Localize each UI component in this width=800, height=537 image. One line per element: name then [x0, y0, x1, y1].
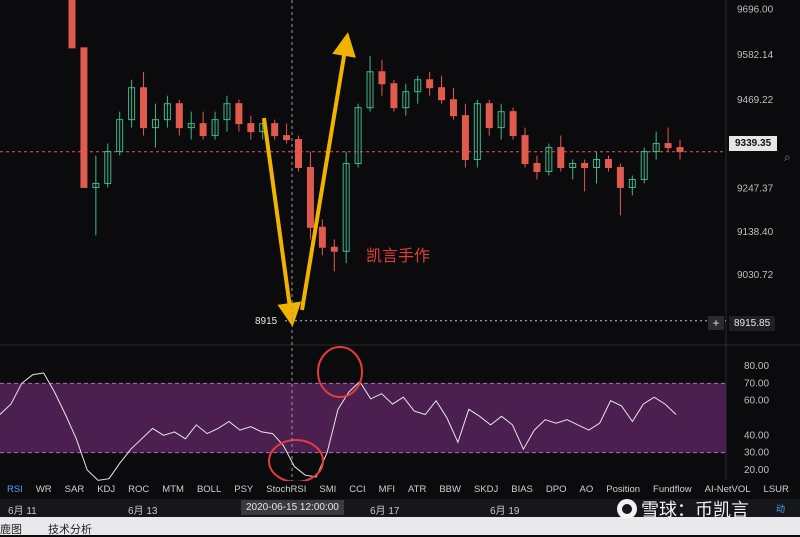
- add-alert-button[interactable]: +: [708, 316, 724, 330]
- candle-body: [68, 0, 76, 49]
- current-price-tag: 9339.35: [729, 136, 778, 151]
- indicator-tab-bias[interactable]: BIAS: [504, 484, 539, 495]
- candle-body: [378, 71, 386, 85]
- indicator-tab-sar[interactable]: SAR: [58, 484, 91, 495]
- indicator-tab-position[interactable]: Position: [599, 484, 646, 495]
- date-tick-label: 6月 11: [8, 506, 37, 517]
- candle-body: [664, 143, 672, 149]
- candle-body: [509, 111, 517, 137]
- indicator-tab-wr[interactable]: WR: [29, 484, 58, 495]
- crosshair-date-label: 2020-06-15 12:00:00: [241, 500, 344, 515]
- chart-canvas: 9696.009582.149469.229357.149247.379138.…: [0, 0, 800, 498]
- fragment-text: 动: [776, 504, 786, 514]
- price-tick-label: 9696.00: [737, 5, 774, 16]
- indicator-tab-bbw[interactable]: BBW: [432, 484, 467, 495]
- candle-body: [426, 79, 434, 89]
- candle-body: [604, 159, 612, 168]
- price-tick-label: 9030.72: [737, 270, 774, 281]
- rsi-tick-label: 70.00: [744, 378, 769, 389]
- indicator-tab-rsi[interactable]: RSI: [0, 484, 29, 495]
- candle-body: [140, 87, 148, 129]
- indicator-tab-basis[interactable]: BASIS: [795, 484, 800, 495]
- candle-body: [461, 115, 469, 161]
- xueqiu-logo-icon: [617, 499, 637, 519]
- candle-body: [80, 47, 88, 188]
- candle-body: [581, 163, 589, 168]
- candle-body: [235, 103, 243, 125]
- down-arrow: [262, 117, 302, 327]
- low-marker-label: 8915: [255, 316, 278, 327]
- candle-body: [247, 123, 255, 133]
- indicator-tab-skdj[interactable]: SKDJ: [467, 484, 504, 495]
- price-tick-label: 9582.14: [737, 50, 774, 61]
- rsi-tick-label: 80.00: [744, 361, 769, 372]
- indicator-tab-mtm[interactable]: MTM: [155, 484, 190, 495]
- candlestick-series: [68, 0, 684, 272]
- rsi-tick-label: 60.00: [744, 396, 769, 407]
- date-tick-label: 6月 17: [370, 506, 400, 517]
- rsi-tick-label: 20.00: [744, 465, 769, 476]
- rsi-panel: [0, 372, 726, 481]
- indicator-tab-cci[interactable]: CCI: [342, 484, 371, 495]
- candle-body: [199, 123, 207, 137]
- low-price-tag: 8915.85: [729, 316, 776, 331]
- candle-body: [557, 147, 565, 168]
- indicator-tab-mfi[interactable]: MFI: [372, 484, 401, 495]
- watermark: 雪球：币凯言: [617, 498, 795, 520]
- candle-body: [521, 135, 529, 165]
- indicator-tab-fundflow[interactable]: Fundflow: [646, 484, 698, 495]
- rsi-axis: 80.00 70.00 60.00 40.00 30.00 20.00: [744, 361, 769, 476]
- indicator-tab-stochrsi[interactable]: StochRSI: [259, 484, 312, 495]
- candle-body: [390, 83, 398, 109]
- candle-body: [485, 103, 493, 129]
- rsi-tick-label: 40.00: [744, 430, 769, 441]
- indicator-tab-lsur[interactable]: LSUR: [757, 484, 795, 495]
- indicator-tab-roc[interactable]: ROC: [121, 484, 155, 495]
- candle-body: [449, 99, 457, 117]
- edge-search-icon[interactable]: ⌕: [784, 150, 791, 165]
- candle-body: [438, 87, 446, 101]
- indicator-tab-ao[interactable]: AO: [573, 484, 600, 495]
- rsi-band: [0, 383, 726, 453]
- candle-body: [306, 167, 314, 228]
- price-tick-label: 9247.37: [737, 183, 774, 194]
- indicator-tab-psy[interactable]: PSY: [227, 484, 259, 495]
- rsi-tick-label: 30.00: [744, 448, 769, 459]
- candle-body: [271, 123, 279, 137]
- author-annotation: 凯言手作: [366, 248, 431, 265]
- candle-body: [175, 103, 183, 129]
- candle-body: [295, 139, 303, 168]
- indicator-tab-kdj[interactable]: KDJ: [90, 484, 121, 495]
- candle-body: [676, 147, 684, 153]
- candle-body: [616, 167, 624, 188]
- candle-body: [330, 246, 338, 252]
- price-tick-label: 9469.22: [737, 95, 774, 106]
- indicator-tab-atr[interactable]: ATR: [401, 484, 432, 495]
- indicator-tab-smi[interactable]: SMI: [312, 484, 342, 495]
- date-tick-label: 6月 19: [490, 506, 520, 517]
- candle-body: [533, 163, 541, 172]
- indicator-tab-dpo[interactable]: DPO: [539, 484, 573, 495]
- price-tick-label: 9138.40: [737, 227, 774, 238]
- indicator-tab-boll[interactable]: BOLL: [190, 484, 227, 495]
- watermark-text: 雪球：币凯言: [641, 500, 749, 520]
- candle-body: [318, 226, 326, 248]
- candle-body: [283, 135, 291, 141]
- annotation-arrows: [262, 32, 356, 327]
- date-tick-label: 6月 13: [128, 506, 158, 517]
- indicator-tab-ai-netvol[interactable]: AI-NetVOL: [698, 484, 757, 495]
